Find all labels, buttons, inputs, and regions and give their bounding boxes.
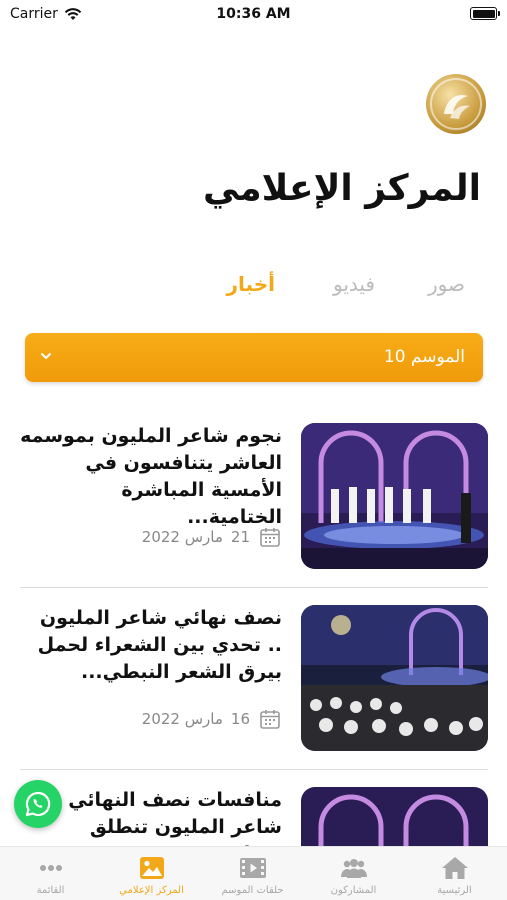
more-dots-icon xyxy=(40,865,62,871)
divider xyxy=(20,587,488,588)
tab-menu[interactable]: القائمة xyxy=(0,847,101,900)
tab-media-center[interactable]: المركز الإعلامي xyxy=(101,847,202,900)
news-thumbnail xyxy=(301,787,488,846)
group-icon xyxy=(341,859,367,878)
home-icon xyxy=(442,857,468,879)
bottom-tab-bar: القائمة المركز الإعلامي حلقات الموسم الم… xyxy=(0,846,507,900)
tab-episodes-label: حلقات الموسم xyxy=(221,885,284,896)
tab-media-center-label: المركز الإعلامي xyxy=(119,885,184,896)
news-date: 21 مارس 2022 xyxy=(142,525,282,549)
season-dropdown-value: الموسم 10 xyxy=(383,347,465,367)
tab-home-label: الرئيسية xyxy=(437,885,472,896)
news-date: 16 مارس 2022 xyxy=(142,707,282,731)
news-headline: نجوم شاعر المليون بموسمه العاشر يتنافسون… xyxy=(20,425,282,528)
tab-participants-label: المشاركون xyxy=(330,885,377,896)
news-thumbnail xyxy=(301,423,488,569)
tab-news[interactable]: أخبار xyxy=(227,272,275,296)
news-list-item[interactable]: منافسات نصف النهائي شاعر المليون تنطلق م… xyxy=(20,787,488,846)
news-date-month-year: مارس 2022 xyxy=(141,710,223,728)
whatsapp-button[interactable] xyxy=(14,780,62,828)
chevron-down-icon xyxy=(41,353,51,359)
tab-video[interactable]: فيديو xyxy=(333,272,375,296)
calendar-icon xyxy=(260,528,280,547)
news-date-day: 16 xyxy=(230,710,250,728)
news-list-item[interactable]: نجوم شاعر المليون بموسمه العاشر يتنافسون… xyxy=(20,423,488,573)
video-icon xyxy=(240,858,266,878)
season-dropdown[interactable]: الموسم 10 xyxy=(25,333,483,382)
news-thumbnail xyxy=(301,605,488,751)
tab-episodes[interactable]: حلقات الموسم xyxy=(202,847,303,900)
clock: 10:36 AM xyxy=(216,6,291,22)
status-bar: Carrier 10:36 AM xyxy=(0,0,507,30)
whatsapp-icon xyxy=(25,791,51,817)
battery-icon xyxy=(470,7,500,20)
news-date-day: 21 xyxy=(230,528,250,546)
calendar-icon xyxy=(260,710,280,729)
divider xyxy=(20,769,488,770)
news-list-item[interactable]: نصف نهائي شاعر المليون .. تحدي بين الشعر… xyxy=(20,605,488,755)
segment-tabs: أخبار فيديو صور xyxy=(0,272,507,304)
image-icon xyxy=(140,857,164,879)
news-headline: نصف نهائي شاعر المليون .. تحدي بين الشعر… xyxy=(37,607,282,683)
tab-menu-label: القائمة xyxy=(36,885,65,896)
tab-home[interactable]: الرئيسية xyxy=(404,847,505,900)
tab-participants[interactable]: المشاركون xyxy=(303,847,404,900)
page-title: المركز الإعلامي xyxy=(202,168,481,209)
tab-photos[interactable]: صور xyxy=(428,272,465,296)
million-poet-logo xyxy=(426,74,486,134)
news-date-month-year: مارس 2022 xyxy=(141,528,223,546)
